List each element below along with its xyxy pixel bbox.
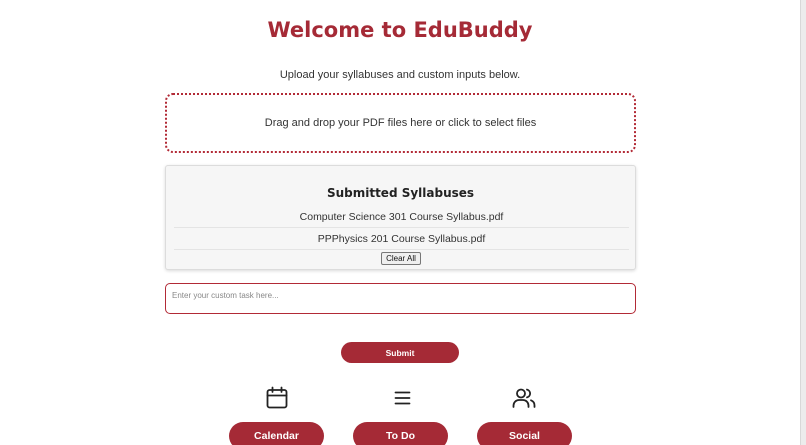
syllabi-heading: Submitted Syllabuses (326, 186, 475, 200)
page-title: Welcome to EduBuddy (267, 18, 533, 42)
file-dropzone[interactable]: Drag and drop your PDF files here or cli… (165, 93, 636, 153)
todo-button[interactable]: To Do (353, 422, 448, 445)
social-button[interactable]: Social (477, 422, 572, 445)
list-icon (390, 385, 416, 411)
calendar-button[interactable]: Calendar (229, 422, 324, 445)
dropzone-text: Drag and drop your PDF files here or cli… (264, 117, 537, 129)
submitted-syllabi-panel: Submitted Syllabuses Computer Science 30… (165, 165, 636, 270)
custom-task-input[interactable] (165, 283, 636, 314)
page-subtitle: Upload your syllabuses and custom inputs… (279, 69, 521, 81)
submit-button[interactable]: Submit (341, 342, 459, 363)
syllabus-file-item: PPPhysics 201 Course Syllabus.pdf (174, 228, 629, 250)
scrollbar-track[interactable] (800, 0, 806, 445)
clear-all-button[interactable]: Clear All (381, 252, 421, 265)
users-icon (511, 385, 537, 411)
calendar-icon (264, 385, 290, 411)
syllabus-file-item: Computer Science 301 Course Syllabus.pdf (174, 206, 629, 228)
